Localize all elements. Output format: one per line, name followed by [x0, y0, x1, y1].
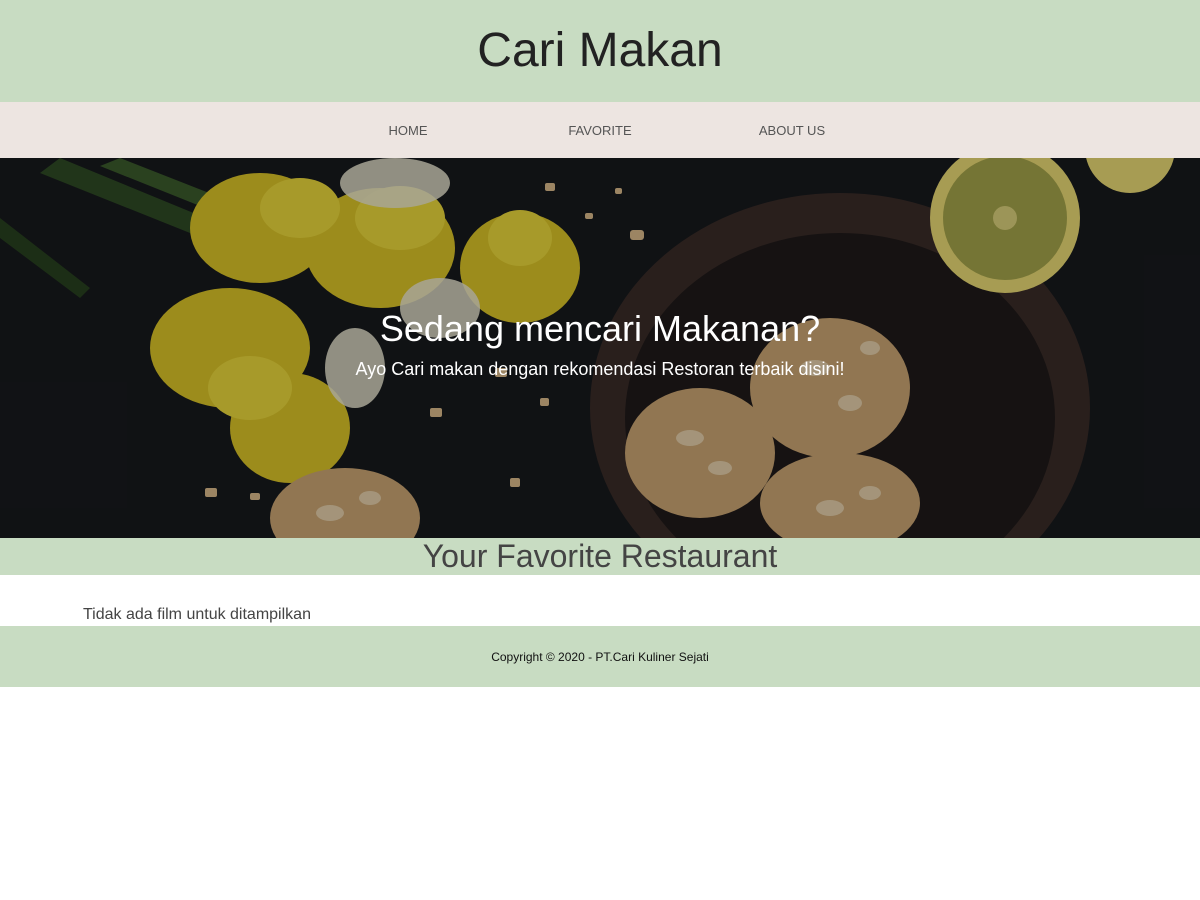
favorite-section-header: Your Favorite Restaurant	[0, 538, 1200, 575]
nav-item-favorite[interactable]: FAVORITE	[504, 123, 696, 138]
app-bar: Cari Makan	[0, 0, 1200, 102]
hero-title: Sedang mencari Makanan?	[379, 308, 821, 349]
main-nav: HOME FAVORITE ABOUT US	[0, 102, 1200, 158]
nav-item-home[interactable]: HOME	[312, 123, 504, 138]
empty-state-message: Tidak ada film untuk ditampilkan	[83, 606, 311, 623]
footer-copyright: Copyright © 2020 - PT.Cari Kuliner Sejat…	[491, 649, 709, 664]
section-heading: Your Favorite Restaurant	[422, 538, 778, 574]
hero-tagline: Ayo Cari makan dengan rekomendasi Restor…	[355, 359, 845, 379]
hero-section: Sedang mencari Makanan? Ayo Cari makan d…	[0, 158, 1200, 538]
app-title: Cari Makan	[477, 24, 723, 77]
footer: Copyright © 2020 - PT.Cari Kuliner Sejat…	[0, 626, 1200, 687]
hero-content: Sedang mencari Makanan? Ayo Cari makan d…	[0, 308, 1200, 380]
nav-item-about-us[interactable]: ABOUT US	[696, 123, 888, 138]
favorite-restaurant-list: Tidak ada film untuk ditampilkan	[0, 575, 1200, 626]
